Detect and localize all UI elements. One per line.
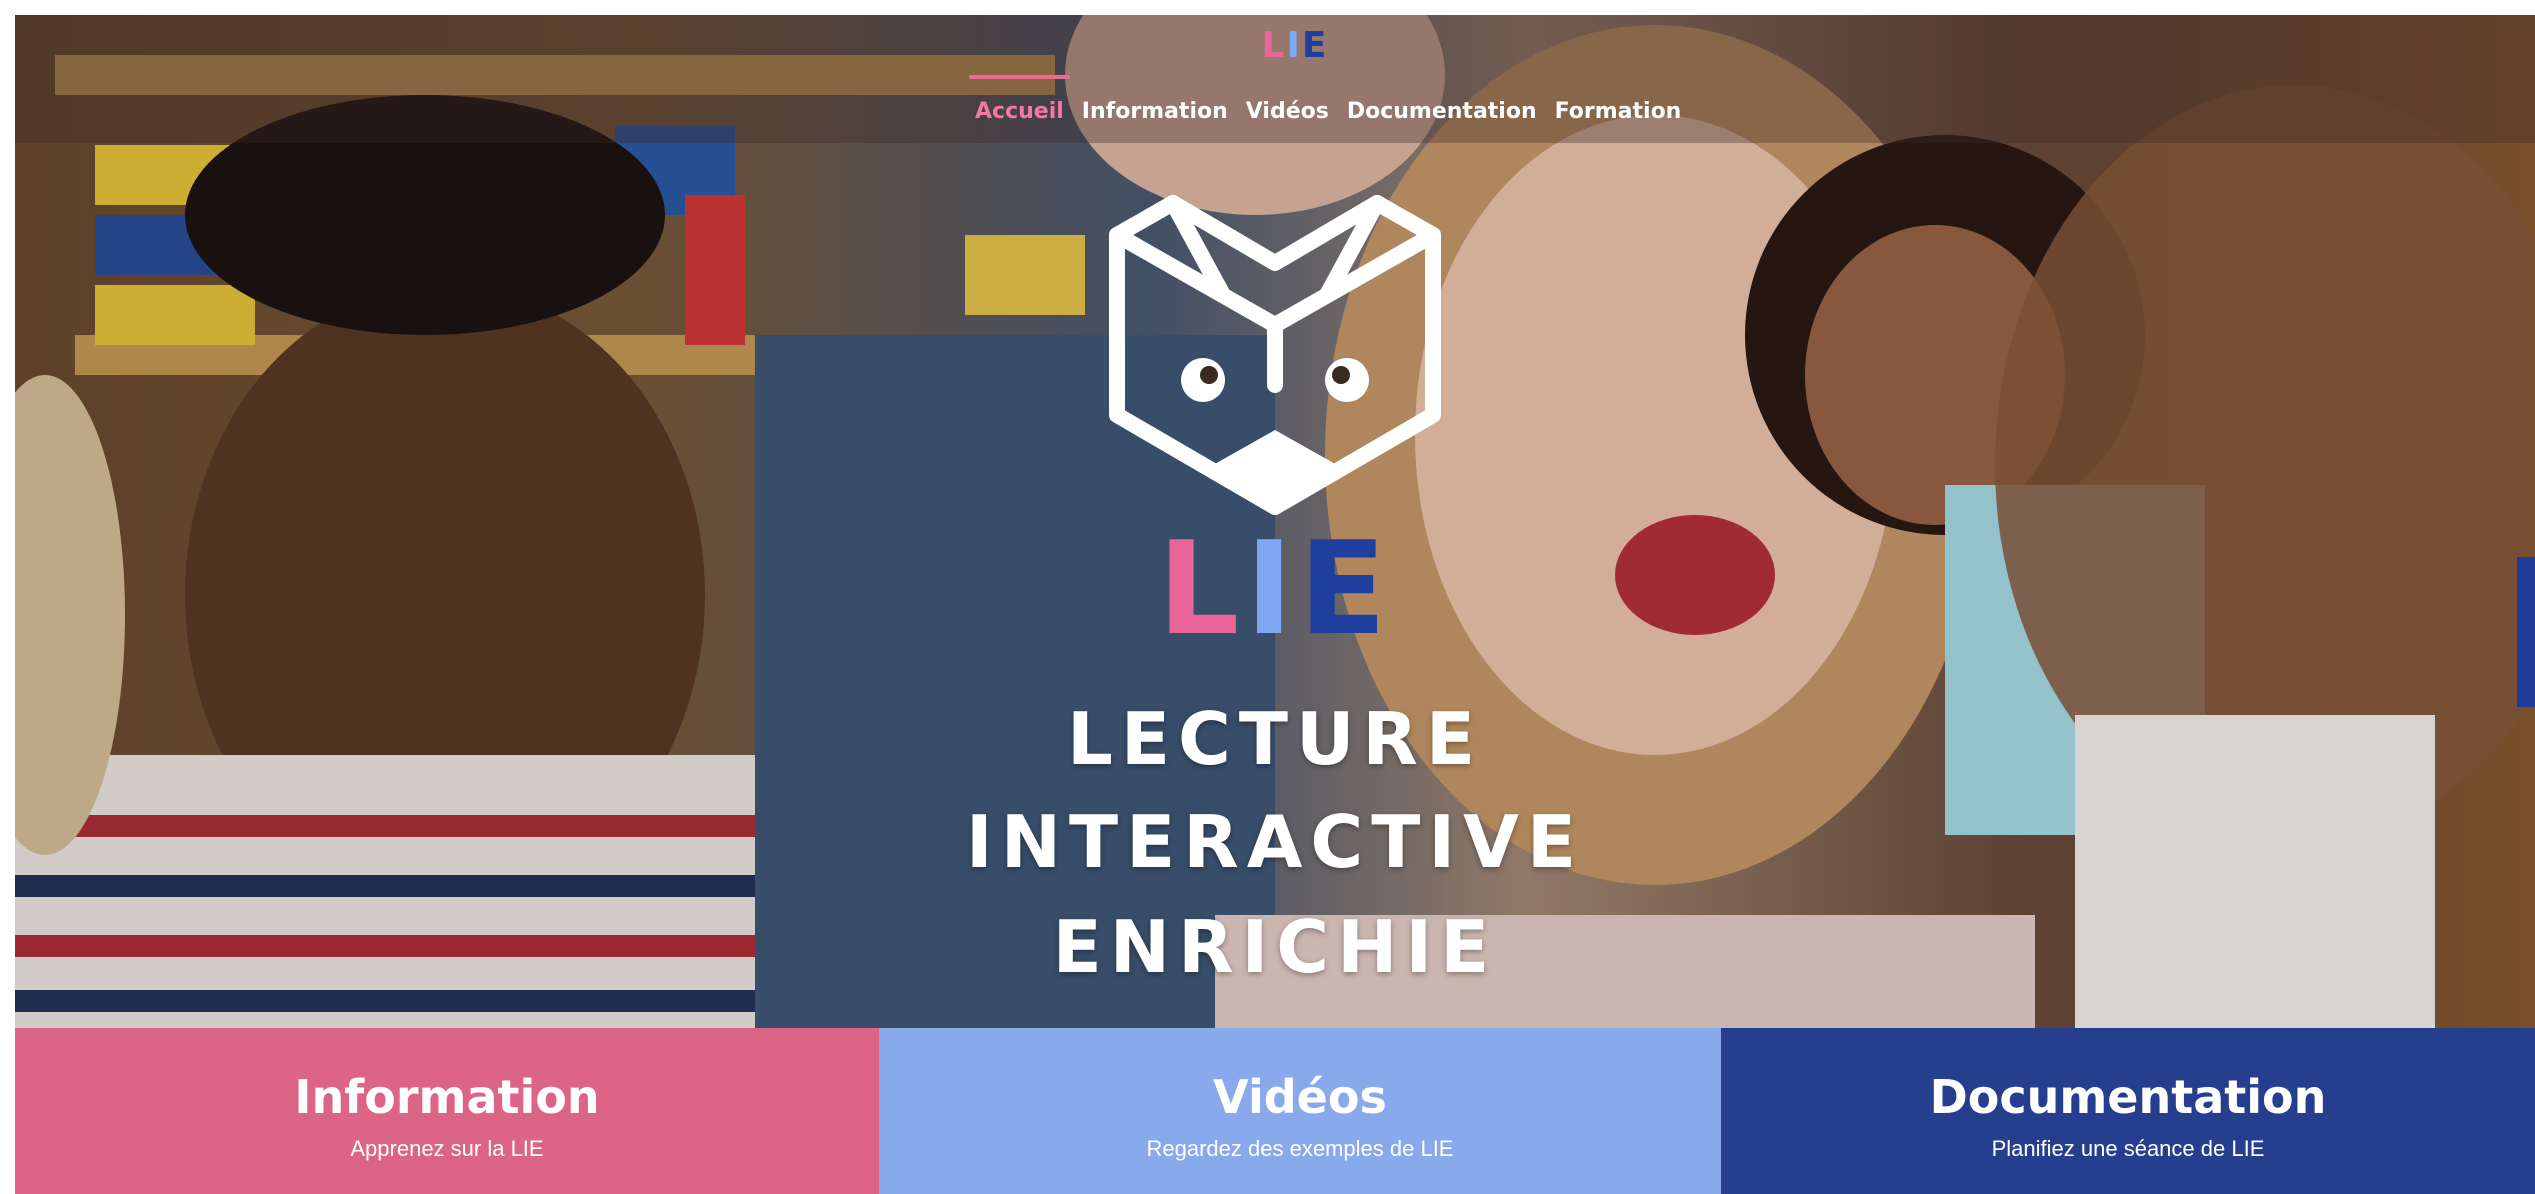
videos-card[interactable]: Vidéos Regardez des exemples de LIE [879, 1028, 1721, 1194]
fox-cube-logo-icon [1109, 195, 1441, 515]
nav-item-formation[interactable]: Formation [1555, 99, 1682, 124]
logo-letter-i: I [1286, 25, 1302, 66]
nav-item-documentation[interactable]: Documentation [1347, 99, 1537, 124]
videos-card-title: Vidéos [1213, 1070, 1387, 1124]
information-card[interactable]: Information Apprenez sur la LIE [15, 1028, 879, 1194]
information-card-title: Information [294, 1070, 600, 1124]
top-navigation-bar: LIE Accueil Information Vidéos Documenta… [15, 15, 2535, 143]
documentation-card-subtitle: Planifiez une séance de LIE [1991, 1136, 2265, 1161]
site-logo-small[interactable]: LIE [1255, 25, 1335, 66]
hero-title-line-3: ENRICHIE [1052, 905, 1498, 989]
logo-letter-e: E [1301, 25, 1329, 66]
information-card-subtitle: Apprenez sur la LIE [350, 1136, 544, 1161]
main-nav: Accueil Information Vidéos Documentation… [969, 74, 1682, 131]
nav-item-accueil[interactable]: Accueil [969, 74, 1070, 124]
page: LIE Accueil Information Vidéos Documenta… [15, 15, 2535, 1194]
logo-letter-l: L [1261, 25, 1287, 66]
hero-letter-l: L [1157, 515, 1246, 664]
nav-item-videos[interactable]: Vidéos [1246, 99, 1329, 124]
documentation-card[interactable]: Documentation Planifiez une séance de LI… [1721, 1028, 2535, 1194]
hero-logo-letters: LIE [1155, 526, 1395, 654]
documentation-card-title: Documentation [1929, 1070, 2327, 1124]
hero-letter-e: E [1298, 515, 1393, 664]
videos-card-subtitle: Regardez des exemples de LIE [1146, 1136, 1454, 1161]
hero-title-line-2: INTERACTIVE [965, 800, 1585, 884]
side-feedback-tab[interactable] [2517, 557, 2535, 707]
hero-letter-i: I [1245, 515, 1299, 664]
nav-item-information[interactable]: Information [1082, 99, 1228, 124]
hero-title-line-1: LECTURE [1066, 697, 1484, 781]
